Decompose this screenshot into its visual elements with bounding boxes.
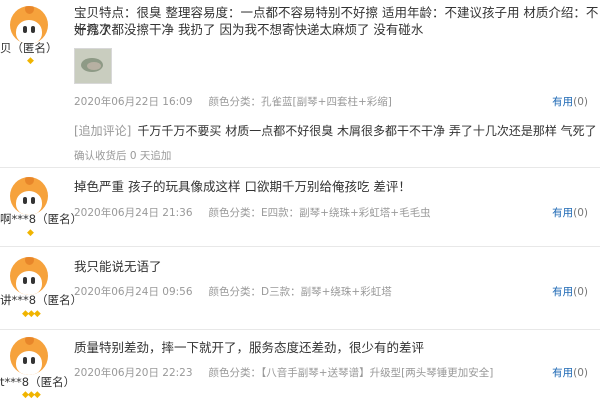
useful-count: (0) [573,286,588,298]
useful-count: (0) [573,367,588,379]
user-level-badge-icon: ◆ [27,228,34,238]
user-name[interactable]: 啊***8（匿名） [0,211,82,227]
user-level-badge-icon: ◆◆◆ [22,390,41,400]
append-meta: 确认收货后 0 天追加 [74,150,172,162]
review-date: 2020年06月24日 09:56 [74,286,193,298]
review-text: 掉色严重 孩子的玩具像成这样 口欲期千万别给俺孩吃 差评！ [74,179,411,194]
user-name[interactable]: 讲***8（匿名） [0,292,82,308]
useful-label: 有用 [552,96,574,108]
useful-count: (0) [573,96,588,108]
photo-content [87,62,101,70]
avatar[interactable] [10,257,48,295]
user-level-badge-icon: ◆ [27,56,34,66]
useful-label: 有用 [552,286,574,298]
avatar[interactable] [10,177,48,215]
useful-button[interactable]: 有用(0) [552,284,588,299]
review-sku: 颜色分类：E四款：副琴+绕珠+彩虹塔+毛毛虫 [208,207,431,219]
review-photo-thumbnail[interactable] [74,48,112,84]
review-sku: 颜色分类：D三款：副琴+绕珠+彩虹塔 [208,286,392,298]
useful-button[interactable]: 有用(0) [552,94,588,109]
avatar-eye-right [31,26,35,33]
avatar-tuft [25,337,34,345]
useful-label: 有用 [552,367,574,379]
review-text: 我只能说无语了 [74,259,162,274]
useful-label: 有用 [552,207,574,219]
avatar-eye-left [23,357,27,364]
review-meta: 2020年06月22日 16:09 颜色分类：孔雀蓝[副琴+四套柱+彩缩] [74,94,392,109]
review-date: 2020年06月24日 21:36 [74,207,193,219]
review-text: 质量特别差劲，摔一下就开了，服务态度还差劲，很少有的差评 [74,340,425,355]
review-sku: 颜色分类：【八音手副琴+送琴谱】升级型[两头琴锤更加安全] [208,367,494,379]
review-meta: 2020年06月24日 21:36 颜色分类：E四款：副琴+绕珠+彩虹塔+毛毛虫 [74,205,431,220]
review-text-line: 十几次都没擦干净 我扔了 因为我不想寄快递太麻烦了 没有碰水 [74,22,424,37]
divider [0,329,600,330]
avatar-tuft [25,177,34,185]
divider [0,167,600,168]
append-tag: [追加评论] [74,124,132,138]
review-date: 2020年06月22日 16:09 [74,96,193,108]
avatar-eye-left [23,197,27,204]
append-text: 千万千万不要买 材质一点都不好很臭 木屑很多都干不干净 弄了十几次还是那样 气死… [137,124,597,138]
avatar-eye-left [23,277,27,284]
avatar-eye-right [31,357,35,364]
review-date: 2020年06月20日 22:23 [74,367,193,379]
avatar-face [16,351,42,375]
useful-count: (0) [573,207,588,219]
useful-button[interactable]: 有用(0) [552,365,588,380]
avatar-eye-right [31,197,35,204]
divider [0,246,600,247]
user-name[interactable]: t***8（匿名） [0,374,75,390]
avatar-eye-left [23,26,27,33]
avatar-tuft [25,6,34,14]
user-level-badge-icon: ◆◆◆ [22,309,41,319]
avatar-tuft [25,257,34,265]
avatar-eye-right [31,277,35,284]
user-name[interactable]: 贝（匿名） [0,40,58,56]
review-meta: 2020年06月20日 22:23 颜色分类：【八音手副琴+送琴谱】升级型[两头琴… [74,365,493,380]
review-sku: 颜色分类：孔雀蓝[副琴+四套柱+彩缩] [208,96,392,108]
useful-button[interactable]: 有用(0) [552,205,588,220]
avatar[interactable] [10,6,48,44]
avatar[interactable] [10,337,48,375]
append-review: [追加评论] 千万千万不要买 材质一点都不好很臭 木屑很多都干不干净 弄了十几次还… [74,122,597,139]
review-meta: 2020年06月24日 09:56 颜色分类：D三款：副琴+绕珠+彩虹塔 [74,284,392,299]
